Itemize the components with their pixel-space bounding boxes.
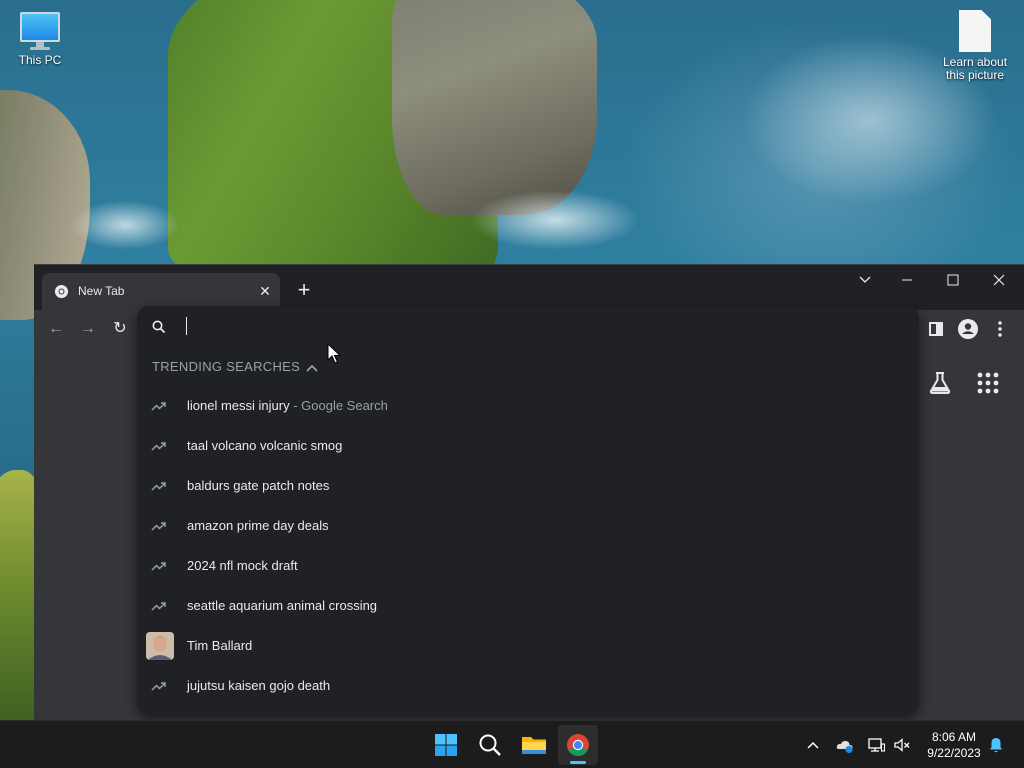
suggestion-row[interactable]: baldurs gate patch notes [137,466,919,506]
tab-strip: New Tab ✕ + [34,265,1024,310]
trending-arrow-icon [151,402,166,411]
trending-arrow-icon [151,442,166,451]
start-button[interactable] [426,725,466,765]
suggestion-row[interactable]: jujutsu kaisen gojo death [137,666,919,706]
collapse-chevron-up-icon[interactable] [303,360,321,376]
taskbar: 8:06 AM 9/22/2023 [0,720,1024,768]
suggestion-text: baldurs gate patch notes [187,478,330,493]
onedrive-cloud-icon[interactable] [835,735,855,755]
trending-arrow-icon [151,522,166,531]
desktop-icon-this-pc[interactable]: This PC [0,12,80,67]
minimize-button[interactable] [884,265,930,295]
suggestion-description: - Google Search [289,398,388,413]
suggestion-text: jujutsu kaisen gojo death [187,678,331,693]
wallpaper-cliff-face [392,0,597,215]
omnibox-dropdown: TRENDING SEARCHES lionel messi injury - … [137,306,919,714]
labs-flask-icon[interactable] [927,370,953,396]
suggestion-row[interactable]: taal volcano volcanic smog [137,426,919,466]
wallpaper-foam [470,190,640,250]
suggestion-text: lionel messi injury [187,398,290,413]
trending-arrow-icon [151,682,166,691]
mouse-cursor-icon [327,343,341,364]
suggestion-row[interactable]: Tim Ballard [137,626,919,666]
trending-arrow-icon [151,482,166,491]
search-icon [479,734,501,756]
profile-avatar-icon[interactable] [957,318,979,340]
address-bar-input[interactable] [185,316,885,338]
omnibox [137,306,919,348]
tab-title: New Tab [78,284,125,298]
suggestion-text: seattle aquarium animal crossing [187,598,378,613]
search-icon [152,320,166,334]
text-caret [186,317,187,335]
suggestion-row[interactable]: seattle aquarium animal crossing [137,586,919,626]
forward-button[interactable]: → [76,318,100,340]
suggestion-text: Tim Ballard [187,638,253,653]
trending-arrow-icon [151,602,166,611]
entity-thumbnail [146,632,174,660]
volume-muted-icon[interactable] [892,735,912,755]
google-apps-grid-icon[interactable] [975,370,1001,396]
wallpaper-foam [70,200,180,250]
desktop-icon-label: This PC [18,53,62,67]
suggestion-text: 2024 nfl mock draft [187,558,298,573]
desktop-icon-learn-about-picture[interactable]: Learn about this picture [935,10,1015,82]
file-icon [959,10,991,52]
reload-button[interactable]: ↻ [108,318,132,340]
suggestion-row[interactable]: amazon prime day deals [137,506,919,546]
clock-time: 8:06 AM [931,730,977,744]
maximize-button[interactable] [930,265,976,295]
new-tab-button[interactable]: + [292,279,316,303]
side-panel-icon[interactable] [925,318,947,340]
tab-new-tab[interactable]: New Tab ✕ [42,273,280,310]
clock-date: 9/22/2023 [927,746,981,760]
desktop-icon-label-line1: Learn about [942,55,1008,69]
suggestion-text: taal volcano volcanic smog [187,438,343,453]
suggestion-row[interactable]: 2024 nfl mock draft [137,546,919,586]
desktop-icon-label-line2: this picture [945,68,1005,82]
chrome-logo-icon [567,734,589,756]
show-hidden-icons-chevron-icon[interactable] [803,735,823,755]
more-menu-icon[interactable] [989,318,1011,340]
file-explorer-button[interactable] [514,725,554,765]
trending-searches-header: TRENDING SEARCHES [152,359,301,374]
tab-close-button[interactable]: ✕ [256,282,274,300]
running-indicator [570,761,586,764]
close-window-button[interactable] [976,265,1022,295]
suggestion-row[interactable]: lionel messi injury - Google Search [137,386,919,426]
folder-icon [522,737,546,754]
person-photo-icon [146,632,174,660]
tab-search-chevron-icon[interactable] [842,265,888,295]
monitor-icon [20,12,60,50]
notification-bell-icon[interactable] [986,735,1006,755]
system-clock[interactable]: 8:06 AM 9/22/2023 [918,729,990,761]
chrome-taskbar-button[interactable] [558,725,598,765]
network-icon[interactable] [866,735,886,755]
windows-logo-icon [435,734,457,756]
taskbar-search-button[interactable] [470,725,510,765]
chrome-favicon-icon [54,284,69,299]
trending-arrow-icon [151,562,166,571]
suggestion-text: amazon prime day deals [187,518,329,533]
back-button[interactable]: ← [44,318,68,340]
